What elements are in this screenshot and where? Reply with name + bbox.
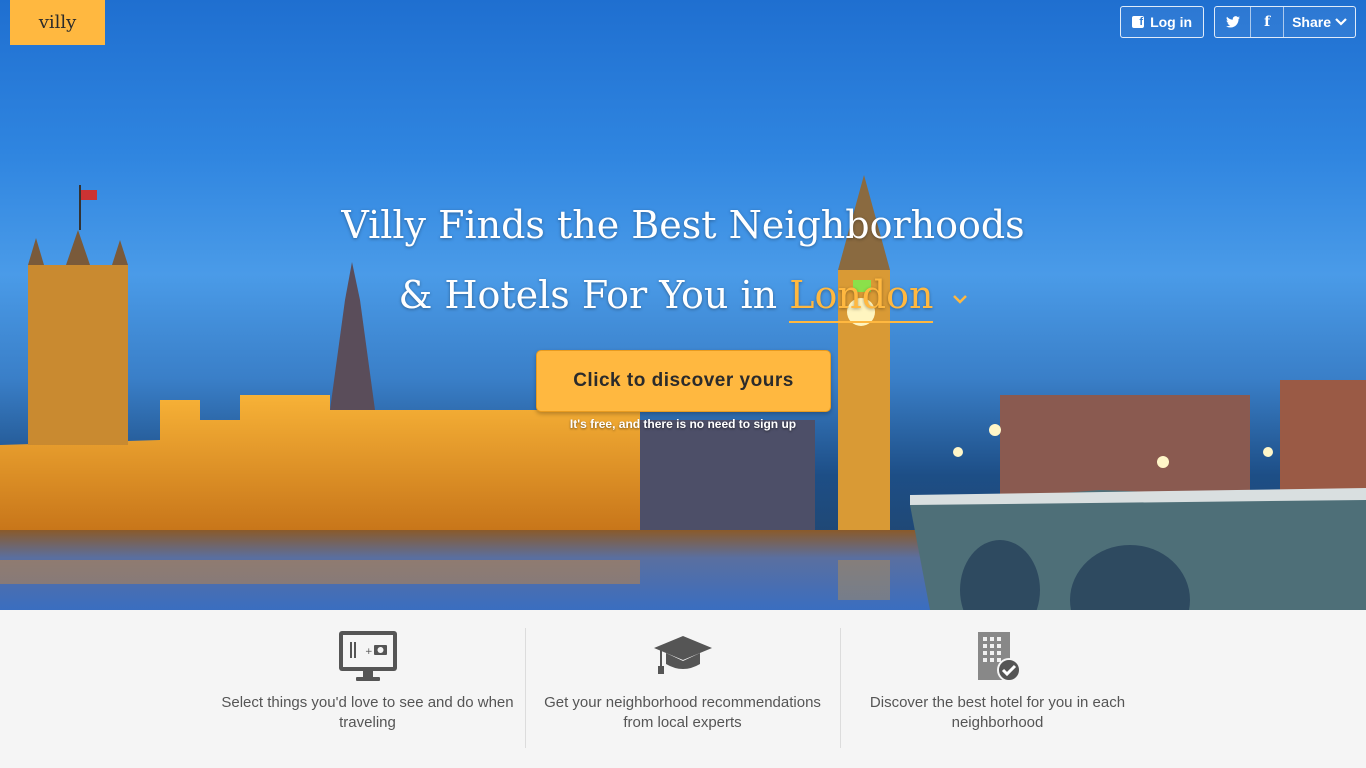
cta-subtext: It's free, and there is no need to sign …	[569, 417, 797, 431]
hero-headline: Villy Finds the Best Neighborhoods & Hot…	[0, 190, 1366, 330]
city-name: London	[789, 273, 934, 317]
chevron-down-icon[interactable]	[952, 294, 968, 304]
discover-button[interactable]: Click to discover yours	[536, 350, 831, 412]
feature-text: Get your neighborhood recommendations fr…	[544, 694, 821, 731]
feature-text: Select things you'd love to see and do w…	[221, 694, 514, 731]
login-label: Log in	[1150, 14, 1193, 30]
headline-line-1: Villy Finds the Best Neighborhoods	[341, 203, 1025, 247]
discover-button-label: Click to discover yours	[573, 370, 794, 391]
city-selector[interactable]: London	[789, 269, 934, 323]
logo-text: villy	[38, 12, 77, 33]
twitter-button[interactable]	[1215, 7, 1252, 37]
headline-line-2: & Hotels For You in London	[0, 260, 1366, 330]
login-button[interactable]: f Log in	[1120, 6, 1205, 38]
header-actions: f Log in f Share	[1120, 6, 1356, 38]
headline-prefix: & Hotels For You in	[398, 273, 778, 317]
share-label: Share	[1292, 14, 1331, 30]
hotel-check-icon	[974, 630, 1022, 690]
chevron-down-icon	[1335, 18, 1347, 26]
monitor-icon: +	[338, 630, 398, 688]
feature-item: Get your neighborhood recommendations fr…	[540, 610, 825, 768]
facebook-icon: f	[1264, 14, 1271, 30]
divider	[525, 628, 526, 748]
facebook-button[interactable]: f	[1251, 7, 1285, 37]
features-section: + Select things you'd love to see and do…	[0, 610, 1366, 768]
twitter-icon	[1225, 16, 1240, 28]
share-dropdown[interactable]: Share	[1284, 7, 1355, 37]
feature-item: Discover the best hotel for you in each …	[855, 610, 1140, 768]
divider	[840, 628, 841, 748]
graduation-cap-icon	[652, 630, 714, 682]
feature-text: Discover the best hotel for you in each …	[869, 694, 1126, 731]
facebook-square-icon: f	[1132, 16, 1145, 28]
svg-text:+: +	[365, 647, 373, 657]
share-group: f Share	[1214, 6, 1356, 38]
feature-item: + Select things you'd love to see and do…	[210, 610, 525, 768]
villy-logo[interactable]: villy	[10, 0, 105, 45]
